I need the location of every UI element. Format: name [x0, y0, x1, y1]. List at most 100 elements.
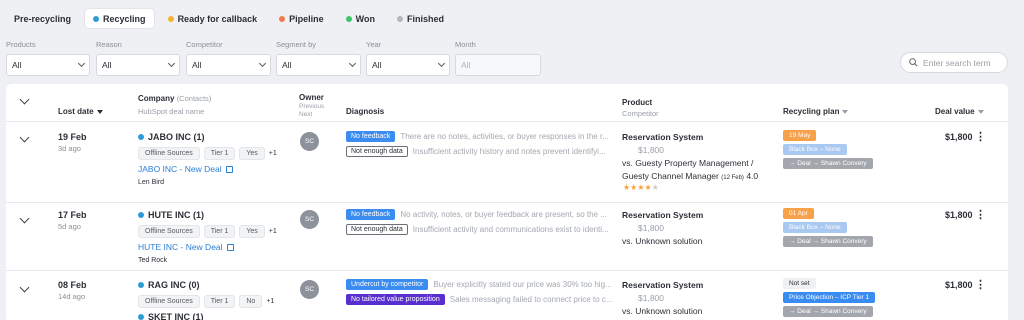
company-label: RAG INC (0) — [148, 280, 200, 290]
recycling-sequence-badge[interactable]: Black Box – None — [783, 222, 847, 233]
reason-select[interactable]: All — [96, 54, 180, 76]
tab-pre-recycling[interactable]: Pre-recycling — [6, 9, 79, 28]
tag-chip: Tier 1 — [203, 225, 236, 238]
tab-label: Pipeline — [289, 13, 324, 24]
recycling-owner-badge[interactable]: → Deal → Shawn Convery — [783, 158, 873, 169]
more-tags[interactable]: +1 — [269, 150, 277, 157]
recycling-date-badge[interactable]: Not set — [783, 278, 816, 289]
select-value: All — [461, 60, 471, 70]
recycling-owner-badge[interactable]: → Deal → Shawn Convery — [783, 236, 873, 247]
company-status-dot-icon — [138, 134, 144, 140]
recycling-sequence-badge[interactable]: Price Objection – ICP Tier 1 — [783, 292, 876, 303]
recycling-date-badge[interactable]: 19 May — [783, 130, 817, 141]
product-name: Reservation System — [622, 280, 704, 290]
more-tags[interactable]: +1 — [269, 228, 277, 235]
diagnosis-text: Buyer explicitly stated our price was 30… — [433, 280, 612, 289]
owner-header: Owner — [299, 93, 324, 102]
search-icon — [909, 58, 918, 67]
tab-ready-for-callback[interactable]: Ready for callback — [160, 9, 266, 28]
chevron-down-icon — [167, 59, 176, 68]
owner-avatar[interactable]: SC — [300, 132, 319, 151]
recycling-sequence-badge[interactable]: Black Box – None — [783, 144, 847, 155]
diagnosis-text: No activity, notes, or buyer feedback ar… — [400, 210, 607, 219]
sort-icon — [842, 109, 849, 114]
competitor-select[interactable]: All — [186, 54, 271, 76]
filter-label: Competitor — [186, 40, 223, 49]
more-tags[interactable]: +1 — [266, 298, 274, 305]
products-select[interactable]: All — [6, 54, 90, 76]
chevron-down-icon — [348, 59, 357, 68]
tab-label: Finished — [406, 13, 444, 24]
lost-date-header[interactable]: Lost date — [58, 107, 103, 116]
owner-avatar[interactable]: SC — [300, 210, 319, 229]
month-select[interactable]: All — [455, 54, 541, 76]
diagnosis-line: No feedback There are no notes, activitie… — [346, 131, 616, 142]
company-label: SKET INC (1) — [148, 312, 204, 320]
month-filter: Month All — [455, 40, 541, 76]
external-link-icon — [226, 243, 234, 251]
year-select[interactable]: All — [366, 54, 450, 76]
deal-value-header[interactable]: Deal value — [935, 107, 984, 116]
segment-select[interactable]: All — [276, 54, 361, 76]
owner-avatar[interactable]: SC — [300, 280, 319, 299]
company-name[interactable]: JABO INC (1) — [138, 132, 205, 142]
tab-finished[interactable]: Finished — [389, 9, 452, 28]
table-row[interactable]: 08 Feb 14d ago RAG INC (0) Offline Sourc… — [6, 272, 1008, 320]
status-dot-icon — [345, 15, 352, 22]
tag-chip: No — [239, 295, 263, 308]
rating-stars: ★★★★★ — [623, 183, 659, 192]
company-header: Company (Contacts) — [138, 94, 211, 103]
company-name[interactable]: HUTE INC (1) — [138, 210, 204, 220]
diagnosis-line: Undercut by competitor Buyer explicitly s… — [346, 279, 616, 290]
company-tags: Offline Sources Tier 1 Yes +1 — [138, 147, 277, 160]
recycling-plan-header[interactable]: Recycling plan — [783, 107, 849, 116]
tag-chip: Yes — [239, 225, 265, 238]
diagnosis-line: No feedback No activity, notes, or buyer … — [346, 209, 616, 220]
collapse-all-chevron-icon[interactable] — [19, 94, 30, 105]
header-label: Deal value — [935, 107, 975, 116]
tag-chip: Yes — [239, 147, 265, 160]
diagnosis-badge: Undercut by competitor — [346, 279, 429, 290]
lost-date: 17 Feb — [58, 210, 87, 220]
deal-value: $1,800 — [945, 210, 973, 220]
competitor: vs. Unknown solution — [622, 306, 703, 316]
table-row[interactable]: 17 Feb 5d ago HUTE INC (1) Offline Sourc… — [6, 204, 1008, 271]
more-actions-icon[interactable]: ⋮ — [975, 208, 986, 221]
table-row[interactable]: 19 Feb 3d ago JABO INC (1) Offline Sourc… — [6, 123, 1008, 203]
competitor: vs. Unknown solution — [622, 236, 703, 246]
hubspot-deal-link[interactable]: HUTE INC - New Deal — [138, 242, 234, 252]
product-name: Reservation System — [622, 132, 704, 142]
diagnosis-line: Not enough data Insufficient activity his… — [346, 146, 616, 157]
expand-row-chevron-icon[interactable] — [19, 282, 30, 293]
tab-recycling[interactable]: Recycling — [85, 9, 154, 28]
recycling-date-badge[interactable]: 01 Apr — [783, 208, 814, 219]
company-tags: Offline Sources Tier 1 No +1 — [138, 295, 274, 308]
reason-filter: Reason All — [96, 40, 180, 76]
competitor-rating: 4.0 — [746, 170, 759, 181]
more-actions-icon[interactable]: ⋮ — [975, 130, 986, 143]
tab-pipeline[interactable]: Pipeline — [271, 9, 332, 28]
tag-chip: Offline Sources — [138, 147, 200, 160]
hubspot-deal-link[interactable]: JABO INC - New Deal — [138, 164, 233, 174]
star-empty-icon: ★ — [651, 183, 659, 192]
tag-chip: Tier 1 — [203, 147, 236, 160]
deal-link-label: JABO INC - New Deal — [138, 164, 222, 174]
tab-won[interactable]: Won — [338, 9, 383, 28]
more-actions-icon[interactable]: ⋮ — [975, 278, 986, 291]
company-name[interactable]: SKET INC (1) — [138, 312, 204, 320]
tag-chip: Offline Sources — [138, 225, 200, 238]
diagnosis-line: Not enough data Insufficient activity and… — [346, 224, 616, 235]
diagnosis-header: Diagnosis — [346, 107, 385, 116]
diagnosis-text: There are no notes, activities, or buyer… — [400, 132, 609, 141]
recycling-owner-badge[interactable]: → Deal → Shawn Convery — [783, 306, 873, 317]
company-subheader: HubSpot deal name — [138, 107, 205, 116]
search-input[interactable] — [923, 57, 1003, 68]
expand-row-chevron-icon[interactable] — [19, 132, 30, 143]
product-name: Reservation System — [622, 210, 704, 220]
product-price: $1,800 — [638, 145, 664, 155]
expand-row-chevron-icon[interactable] — [19, 213, 30, 224]
diagnosis-badge: No feedback — [346, 209, 396, 220]
header-label: Recycling plan — [783, 107, 840, 116]
tab-label: Recycling — [103, 13, 146, 24]
company-name[interactable]: RAG INC (0) — [138, 280, 200, 290]
